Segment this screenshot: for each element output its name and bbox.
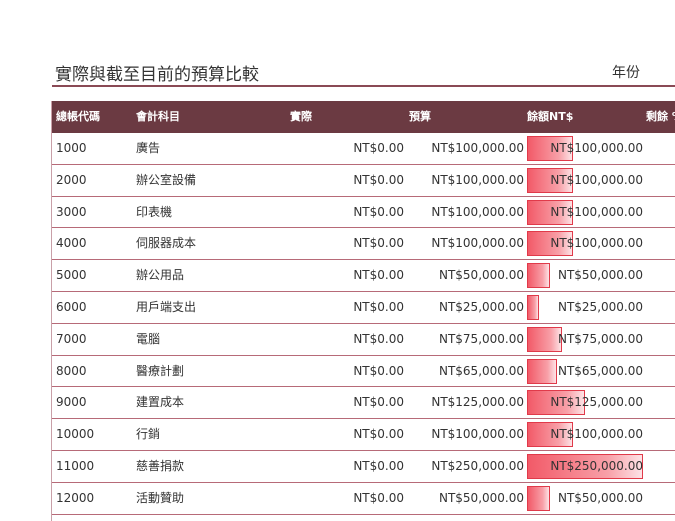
cell-remaining[interactable]: NT$250,000.00 bbox=[550, 451, 643, 482]
table-body: 1000 廣告 NT$0.00 NT$100,000.00 NT$100,000.00 2… bbox=[52, 133, 675, 515]
cell-remaining[interactable]: NT$25,000.00 bbox=[558, 292, 643, 323]
cell-budget[interactable]: NT$25,000.00 bbox=[439, 292, 524, 323]
title-underline bbox=[52, 85, 675, 87]
header-remaining[interactable]: 餘額NT$ bbox=[527, 101, 573, 133]
cell-budget[interactable]: NT$100,000.00 bbox=[431, 165, 524, 196]
table-row[interactable]: 1000 廣告 NT$0.00 NT$100,000.00 NT$100,000.00 bbox=[52, 133, 675, 165]
table-row[interactable]: 5000 辦公用品 NT$0.00 NT$50,000.00 NT$50,000.00 bbox=[52, 260, 675, 292]
cell-budget[interactable]: NT$100,000.00 bbox=[431, 197, 524, 228]
cell-code[interactable]: 11000 bbox=[56, 451, 94, 482]
cell-actual[interactable]: NT$0.00 bbox=[353, 451, 404, 482]
cell-remaining[interactable]: NT$100,000.00 bbox=[550, 228, 643, 259]
cell-account[interactable]: 行銷 bbox=[136, 419, 160, 450]
budget-table: 總帳代碼 會計科目 實際 預算 餘額NT$ 剩餘 % 1000 廣告 NT$0.00… bbox=[51, 101, 675, 521]
cell-account[interactable]: 辦公室設備 bbox=[136, 165, 196, 196]
table-row[interactable]: 4000 伺服器成本 NT$0.00 NT$100,000.00 NT$100,000.… bbox=[52, 228, 675, 261]
cell-account[interactable]: 活動贊助 bbox=[136, 483, 184, 514]
header-remaining-pct[interactable]: 剩餘 % bbox=[646, 101, 675, 133]
table-row[interactable]: 8000 醫療計劃 NT$0.00 NT$65,000.00 NT$65,000.00 bbox=[52, 356, 675, 388]
cell-code[interactable]: 5000 bbox=[56, 260, 87, 291]
table-row[interactable]: 7000 電腦 NT$0.00 NT$75,000.00 NT$75,000.00 bbox=[52, 324, 675, 356]
cell-actual[interactable]: NT$0.00 bbox=[353, 324, 404, 355]
table-row[interactable]: 3000 印表機 NT$0.00 NT$100,000.00 NT$100,000.00 bbox=[52, 197, 675, 229]
remaining-data-bar bbox=[527, 294, 539, 320]
cell-actual[interactable]: NT$0.00 bbox=[353, 419, 404, 450]
cell-remaining[interactable]: NT$65,000.00 bbox=[558, 356, 643, 387]
cell-actual[interactable]: NT$0.00 bbox=[353, 165, 404, 196]
cell-remaining[interactable]: NT$100,000.00 bbox=[550, 133, 643, 164]
cell-account[interactable]: 電腦 bbox=[136, 324, 160, 355]
cell-remaining[interactable]: NT$100,000.00 bbox=[550, 165, 643, 196]
cell-account[interactable]: 建置成本 bbox=[136, 387, 184, 418]
cell-budget[interactable]: NT$125,000.00 bbox=[431, 387, 524, 418]
cell-code[interactable]: 7000 bbox=[56, 324, 87, 355]
cell-remaining[interactable]: NT$100,000.00 bbox=[550, 197, 643, 228]
cell-actual[interactable]: NT$0.00 bbox=[353, 260, 404, 291]
cell-actual[interactable]: NT$0.00 bbox=[353, 228, 404, 259]
cell-code[interactable]: 1000 bbox=[56, 133, 87, 164]
cell-remaining[interactable]: NT$50,000.00 bbox=[558, 483, 643, 514]
cell-actual[interactable]: NT$0.00 bbox=[353, 133, 404, 164]
cell-actual[interactable]: NT$0.00 bbox=[353, 387, 404, 418]
table-row[interactable]: 11000 慈善捐款 NT$0.00 NT$250,000.00 NT$250,000.… bbox=[52, 451, 675, 483]
cell-actual[interactable]: NT$0.00 bbox=[353, 483, 404, 514]
table-row[interactable]: 2000 辦公室設備 NT$0.00 NT$100,000.00 NT$100,000.… bbox=[52, 165, 675, 197]
cell-remaining[interactable]: NT$125,000.00 bbox=[550, 387, 643, 418]
table-row[interactable]: 6000 用戶端支出 NT$0.00 NT$25,000.00 NT$25,000.00 bbox=[52, 292, 675, 324]
cell-code[interactable]: 3000 bbox=[56, 197, 87, 228]
cell-budget[interactable]: NT$100,000.00 bbox=[431, 419, 524, 450]
cell-budget[interactable]: NT$100,000.00 bbox=[431, 133, 524, 164]
cell-budget[interactable]: NT$250,000.00 bbox=[431, 451, 524, 482]
cell-budget[interactable]: NT$75,000.00 bbox=[439, 324, 524, 355]
header-budget[interactable]: 預算 bbox=[409, 101, 431, 133]
cell-code[interactable]: 8000 bbox=[56, 356, 87, 387]
cell-account[interactable]: 印表機 bbox=[136, 197, 172, 228]
table-header: 總帳代碼 會計科目 實際 預算 餘額NT$ 剩餘 % bbox=[52, 101, 675, 133]
cell-code[interactable]: 2000 bbox=[56, 165, 87, 196]
cell-code[interactable]: 12000 bbox=[56, 483, 94, 514]
cell-account[interactable]: 廣告 bbox=[136, 133, 160, 164]
cell-account[interactable]: 用戶端支出 bbox=[136, 292, 196, 323]
remaining-data-bar bbox=[527, 263, 550, 289]
cell-actual[interactable]: NT$0.00 bbox=[353, 292, 404, 323]
table-row[interactable]: 9000 建置成本 NT$0.00 NT$125,000.00 NT$125,000.0… bbox=[52, 387, 675, 420]
year-label[interactable]: 年份 bbox=[612, 62, 640, 82]
cell-actual[interactable]: NT$0.00 bbox=[353, 197, 404, 228]
header-code[interactable]: 總帳代碼 bbox=[56, 101, 100, 133]
remaining-data-bar bbox=[527, 485, 550, 511]
cell-budget[interactable]: NT$100,000.00 bbox=[431, 228, 524, 259]
header-actual[interactable]: 實際 bbox=[290, 101, 312, 133]
cell-budget[interactable]: NT$50,000.00 bbox=[439, 260, 524, 291]
cell-account[interactable]: 醫療計劃 bbox=[136, 356, 184, 387]
cell-account[interactable]: 伺服器成本 bbox=[136, 228, 196, 259]
page-title: 實際與截至目前的預算比較 bbox=[55, 65, 259, 85]
cell-budget[interactable]: NT$65,000.00 bbox=[439, 356, 524, 387]
cell-remaining[interactable]: NT$75,000.00 bbox=[558, 324, 643, 355]
cell-code[interactable]: 6000 bbox=[56, 292, 87, 323]
cell-code[interactable]: 10000 bbox=[56, 419, 94, 450]
cell-actual[interactable]: NT$0.00 bbox=[353, 356, 404, 387]
table-row[interactable]: 10000 行銷 NT$0.00 NT$100,000.00 NT$100,000.00 bbox=[52, 419, 675, 451]
remaining-data-bar bbox=[527, 358, 557, 384]
cell-code[interactable]: 4000 bbox=[56, 228, 87, 259]
cell-remaining[interactable]: NT$100,000.00 bbox=[550, 419, 643, 450]
cell-code[interactable]: 9000 bbox=[56, 387, 87, 418]
cell-budget[interactable]: NT$50,000.00 bbox=[439, 483, 524, 514]
cell-account[interactable]: 辦公用品 bbox=[136, 260, 184, 291]
header-account[interactable]: 會計科目 bbox=[136, 101, 180, 133]
cell-account[interactable]: 慈善捐款 bbox=[136, 451, 184, 482]
table-row[interactable]: 12000 活動贊助 NT$0.00 NT$50,000.00 NT$50,000.00 bbox=[52, 483, 675, 515]
remaining-data-bar bbox=[527, 326, 562, 352]
cell-remaining[interactable]: NT$50,000.00 bbox=[558, 260, 643, 291]
